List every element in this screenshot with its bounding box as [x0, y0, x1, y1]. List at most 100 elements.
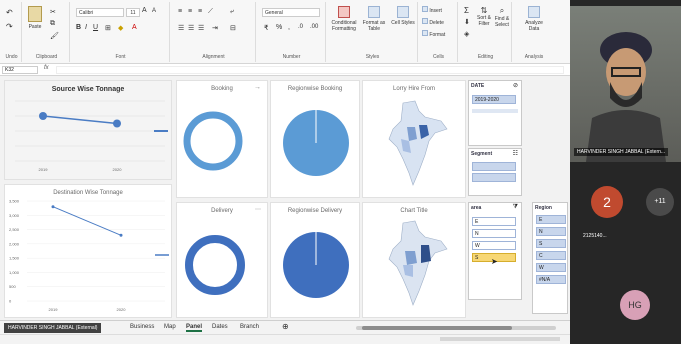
bold-icon[interactable]: B [76, 24, 81, 31]
font-color-icon[interactable]: A [132, 24, 137, 31]
fx-icon[interactable]: fx [44, 65, 49, 71]
destination-y-tick: 3,500 [9, 199, 20, 204]
align-middle-icon[interactable]: ≡ [188, 8, 192, 15]
area-item-e[interactable]: E [472, 217, 516, 226]
participant-initials-avatar[interactable]: HG [620, 290, 650, 320]
destination-y-tick: 2,500 [9, 227, 20, 232]
multiselect-icon[interactable]: ☷ [513, 150, 518, 157]
insert-button[interactable]: Insert [422, 6, 442, 14]
delivery-chart[interactable]: Delivery ⋯ [176, 202, 268, 318]
tab-branch[interactable]: Branch [240, 324, 259, 330]
merge-center-icon[interactable]: ⊟ [230, 24, 236, 32]
format-icon [422, 30, 428, 36]
destination-tonnage-chart[interactable]: Destination Wise Tonnage 3,500 3,000 2,500… [4, 184, 172, 318]
align-top-icon[interactable]: ≡ [178, 8, 182, 15]
region-item-na[interactable]: #N/A [536, 275, 566, 284]
font-size-select[interactable]: 11 [126, 8, 140, 17]
filter-icon[interactable]: ⧩ [513, 204, 518, 211]
tab-dates[interactable]: Dates [212, 324, 228, 330]
clear-icon[interactable]: ◈ [464, 30, 469, 38]
autosum-icon[interactable]: Σ [464, 6, 469, 15]
editing-group: Σ ⬇ ◈ ⇅ Sort & Filter ⌕ Find & Select Ed… [460, 2, 512, 62]
indent-icon[interactable]: ⇥ [212, 24, 218, 32]
align-left-icon[interactable]: ☰ [178, 24, 184, 32]
align-right-icon[interactable]: ☰ [198, 24, 204, 32]
tab-panel[interactable]: Panel [186, 324, 203, 332]
more-participants-button[interactable]: +11 [646, 188, 674, 216]
analyze-data-button[interactable]: Analyze Data [520, 6, 548, 32]
borders-icon[interactable]: ⊞ [105, 24, 111, 32]
delete-button[interactable]: Delete [422, 18, 444, 26]
filter-clear-icon[interactable]: ⊘ [513, 82, 518, 89]
chart-title-map[interactable]: Chart Title [362, 202, 466, 318]
find-select-button[interactable]: ⌕ Find & Select [494, 6, 510, 28]
area-item-w[interactable]: W [472, 241, 516, 250]
mouse-cursor-icon: ➤ [491, 257, 498, 266]
zoom-slider[interactable] [440, 337, 560, 341]
grow-font-icon[interactable]: A [142, 7, 147, 14]
group-label-alignment: Alignment [202, 54, 225, 60]
format-painter-icon[interactable]: 🖌 [50, 32, 59, 40]
presenter-video[interactable]: HARVINDER SINGH JABBAL (Extern... [570, 6, 681, 162]
undo-icon[interactable]: ↶ [6, 8, 13, 17]
legend-marker [154, 130, 168, 132]
formula-input[interactable] [56, 66, 564, 74]
underline-icon[interactable]: U [93, 24, 98, 31]
segment-slicer-title: Segment [471, 151, 493, 157]
region-slicer[interactable]: Region E N S C W #N/A [532, 202, 568, 314]
segment-slicer[interactable]: Segment ☷ [468, 148, 522, 196]
decrease-decimal-icon[interactable]: .00 [310, 24, 318, 30]
tab-map[interactable]: Map [164, 324, 176, 330]
align-center-icon[interactable]: ☰ [188, 24, 194, 32]
participant-avatar[interactable]: 2 [591, 186, 623, 218]
cut-icon[interactable]: ✂ [50, 8, 56, 16]
increase-decimal-icon[interactable]: .0 [298, 24, 303, 30]
group-label-cells: Cells [432, 54, 445, 60]
comma-icon[interactable]: , [288, 24, 290, 31]
date-slicer[interactable]: DATE ⊘ 2019-2020 [468, 80, 522, 146]
source-tonnage-chart[interactable]: Source Wise Tonnage 2019 2020 [4, 80, 172, 180]
wrap-text-icon[interactable]: ⤶ [230, 8, 234, 16]
region-item-w[interactable]: W [536, 263, 566, 272]
italic-icon[interactable]: I [85, 24, 87, 31]
format-as-table-button[interactable]: Format as Table [360, 6, 388, 32]
sort-filter-button[interactable]: ⇅ Sort & Filter [476, 6, 492, 27]
tab-business[interactable]: Business [130, 324, 154, 330]
area-slicer[interactable]: area ⧩ E N W S ➤ [468, 202, 522, 300]
region-item-s[interactable]: S [536, 239, 566, 248]
segment-item-2[interactable] [472, 173, 516, 182]
region-item-e[interactable]: E [536, 215, 566, 224]
number-format-select[interactable]: General [262, 8, 320, 17]
region-item-c[interactable]: C [536, 251, 566, 260]
add-sheet-icon[interactable]: ⊕ [282, 322, 289, 331]
shrink-font-icon[interactable]: A [152, 8, 156, 14]
booking-chart[interactable]: Booking → [176, 80, 268, 198]
segment-item-1[interactable] [472, 162, 516, 171]
fill-color-icon[interactable]: ◆ [118, 24, 123, 32]
conditional-formatting-button[interactable]: Conditional Formatting [330, 6, 358, 32]
area-item-n[interactable]: N [472, 229, 516, 238]
cell-styles-button[interactable]: Cell Styles [390, 6, 416, 26]
fill-icon[interactable]: ⬇ [464, 18, 470, 26]
paste-button[interactable]: Paste [28, 6, 42, 30]
format-button[interactable]: Format [422, 30, 445, 38]
region-item-n[interactable]: N [536, 227, 566, 236]
currency-icon[interactable]: ₹ [264, 24, 268, 32]
lorry-hire-map[interactable]: Lorry Hire From [362, 80, 466, 198]
timeline-bar[interactable] [472, 109, 518, 113]
date-slicer-item[interactable]: 2019-2020 [472, 95, 516, 104]
horizontal-scrollbar[interactable] [356, 326, 556, 330]
analyze-data-label: Analyze Data [525, 20, 543, 32]
name-box[interactable]: K32 [2, 66, 38, 74]
font-name-select[interactable]: Calibri [76, 8, 124, 17]
orientation-icon[interactable]: ⟋ [208, 8, 213, 16]
redo-icon[interactable]: ↷ [6, 22, 13, 31]
percent-icon[interactable]: % [276, 24, 282, 31]
regionwise-booking-chart[interactable]: Regionwise Booking [270, 80, 360, 198]
scroll-thumb[interactable] [362, 326, 512, 330]
regionwise-delivery-chart[interactable]: Regionwise Delivery [270, 202, 360, 318]
copy-icon[interactable]: ⧉ [50, 20, 55, 28]
align-bottom-icon[interactable]: ≡ [198, 8, 202, 15]
participant-name: 2125140... [583, 233, 607, 239]
font-group: Calibri 11 A A B I U ⊞ ◆ A Font [72, 2, 170, 62]
